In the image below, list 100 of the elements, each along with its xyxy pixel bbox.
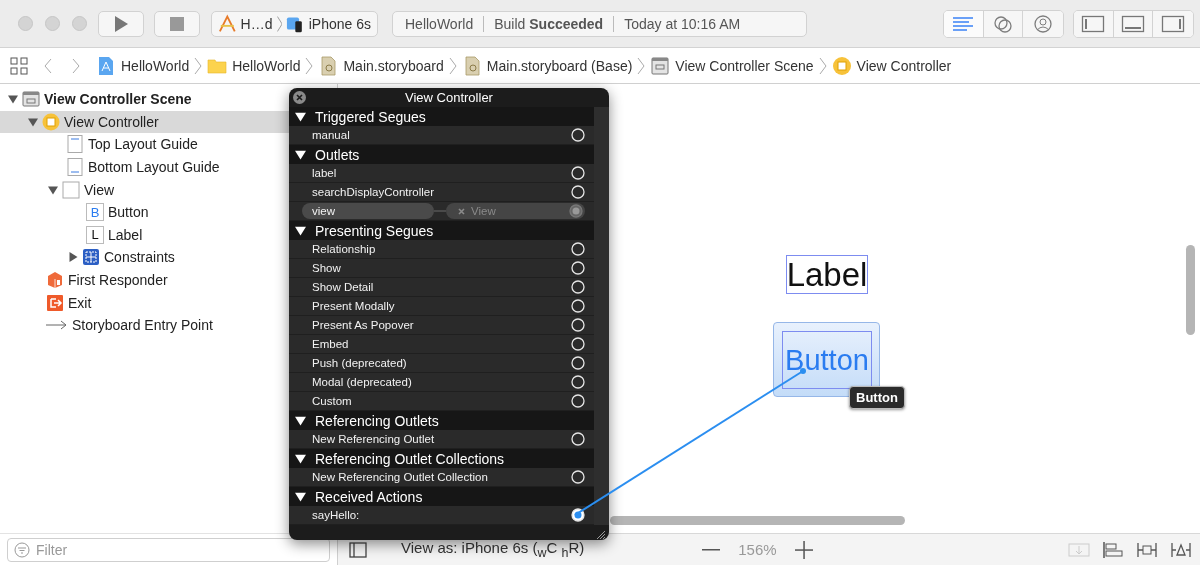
device-name: iPhone 6s — [308, 15, 371, 32]
connection-name: searchDisplayController — [312, 186, 436, 198]
sidebar-toggle-icon[interactable] — [349, 541, 367, 558]
connection-name: Modal (deprecated) — [312, 376, 413, 388]
exit-icon — [46, 293, 64, 312]
align-icon[interactable] — [1102, 540, 1124, 559]
outline-label: View Controller — [64, 113, 159, 130]
close-icon[interactable] — [293, 91, 306, 104]
connection-name: Present As Popover — [312, 319, 415, 331]
editor-mode-button[interactable] — [944, 10, 984, 37]
chevron-icon — [276, 14, 283, 33]
breadcrumb-item[interactable]: Main.storyboard — [316, 55, 446, 76]
constraints-icon — [82, 248, 100, 267]
breadcrumb-item[interactable]: HelloWorld — [205, 55, 303, 76]
connection-name: New Referencing Outlet Collection — [312, 471, 489, 483]
chevron-icon — [304, 55, 315, 76]
disclosure-triangle-icon[interactable] — [8, 94, 18, 105]
run-button[interactable] — [98, 10, 144, 37]
section-title: Outlets — [315, 146, 360, 163]
outline-label: Constraints — [104, 249, 175, 266]
breadcrumb-item[interactable]: HelloWorld — [94, 55, 192, 76]
outline-label: View — [84, 181, 115, 198]
section-title: Referencing Outlets — [315, 412, 439, 429]
outline-label: Button — [108, 204, 149, 221]
section-header[interactable]: Triggered Segues — [289, 107, 594, 126]
scene-icon — [22, 90, 40, 109]
project-icon — [96, 55, 116, 76]
left-panel-icon — [1081, 14, 1106, 33]
lines-icon — [951, 14, 976, 33]
panel-toggle-button[interactable] — [1074, 10, 1114, 37]
scene-icon — [650, 55, 671, 76]
tooltip: Button — [849, 386, 905, 409]
build-time: Today at 10:16 AM — [624, 15, 741, 32]
resolve-icon[interactable] — [1170, 540, 1192, 559]
device-config-label[interactable]: View as: iPhone 6s ($_{w}$C $_{h}$R) — [401, 539, 585, 560]
connection-name: Embed — [312, 338, 350, 350]
popup-title: View Controller — [405, 90, 493, 105]
section-header[interactable]: Outlets — [289, 145, 594, 164]
connection-name: label — [312, 167, 338, 179]
top-guide-icon — [66, 135, 84, 154]
play-icon — [114, 15, 128, 32]
section-title: Referencing Outlet Collections — [315, 450, 505, 467]
section-title: Received Actions — [315, 488, 423, 505]
section-title: Presenting Segues — [315, 222, 434, 239]
section-header[interactable]: Received Actions — [289, 487, 594, 506]
outline-label: Top Layout Guide — [88, 136, 198, 153]
connection-name: New Referencing Outlet — [312, 433, 436, 445]
breadcrumb-item[interactable]: View Controller Scene — [648, 55, 816, 76]
zoom-level: 156% — [738, 541, 777, 558]
canvas-label[interactable]: Label — [786, 255, 868, 294]
section-header[interactable]: Referencing Outlets — [289, 411, 594, 430]
resize-grip-icon[interactable] — [596, 530, 606, 540]
outline-label: Label — [108, 226, 143, 243]
connection-name: Relationship — [312, 243, 377, 255]
document-icon — [318, 55, 339, 76]
letter-icon: L — [86, 225, 104, 244]
remove-icon[interactable] — [458, 207, 465, 215]
connection-name: sayHello: — [312, 509, 361, 521]
connection-name: Custom — [312, 395, 353, 407]
filter-field[interactable]: Filter — [7, 537, 330, 562]
breadcrumb-item[interactable]: Main.storyboard (Base) — [459, 55, 635, 76]
disclosure-triangle-icon[interactable] — [295, 149, 306, 160]
hammer-icon — [218, 13, 237, 34]
disclosure-triangle-icon[interactable] — [48, 184, 58, 195]
breadcrumb-item[interactable]: View Controller — [829, 55, 954, 76]
chevron-icon — [817, 55, 828, 76]
chevron-icon — [636, 55, 647, 76]
build-status: Build Succeeded — [494, 15, 604, 32]
scheme-name: H…d — [240, 15, 273, 32]
disclosure-triangle-icon[interactable] — [295, 415, 306, 426]
disclosure-triangle-icon[interactable] — [295, 225, 306, 236]
controller-icon — [831, 55, 852, 76]
scheme-selector[interactable]: H…d iPhone 6s — [211, 10, 378, 37]
grid-icon[interactable] — [10, 56, 28, 75]
outline-label: Exit — [68, 294, 92, 311]
disclosure-triangle-icon[interactable] — [295, 491, 306, 502]
pin-icon[interactable] — [1136, 540, 1158, 559]
letter-icon: B — [86, 203, 104, 222]
stop-button[interactable] — [154, 10, 200, 37]
zoom-in-button[interactable] — [794, 540, 813, 559]
filter-icon — [14, 541, 30, 558]
connection-name: Push (deprecated) — [312, 357, 408, 369]
scrollbar-thumb[interactable] — [1186, 245, 1195, 335]
connection-name: Present Modally — [312, 300, 396, 312]
zoom-out-button[interactable] — [702, 548, 721, 551]
outline-label: First Responder — [68, 272, 168, 289]
connection-name: Show Detail — [312, 281, 375, 293]
project-name: HelloWorld — [405, 15, 474, 32]
disclosure-triangle-icon[interactable] — [295, 111, 306, 122]
right-panel-icon — [1161, 14, 1186, 33]
disclosure-triangle-icon[interactable] — [295, 453, 306, 464]
disclosure-triangle-icon[interactable] — [68, 252, 78, 263]
outline-label: Storyboard Entry Point — [72, 317, 213, 334]
connection-name: Show — [312, 262, 342, 274]
section-header[interactable]: Presenting Segues — [289, 221, 594, 240]
connection-dot[interactable] — [569, 204, 583, 218]
section-header[interactable]: Referencing Outlet Collections — [289, 449, 594, 468]
bottom-panel-icon — [1121, 14, 1146, 33]
chevron-icon — [193, 55, 204, 76]
scrollbar-thumb[interactable] — [610, 516, 905, 525]
